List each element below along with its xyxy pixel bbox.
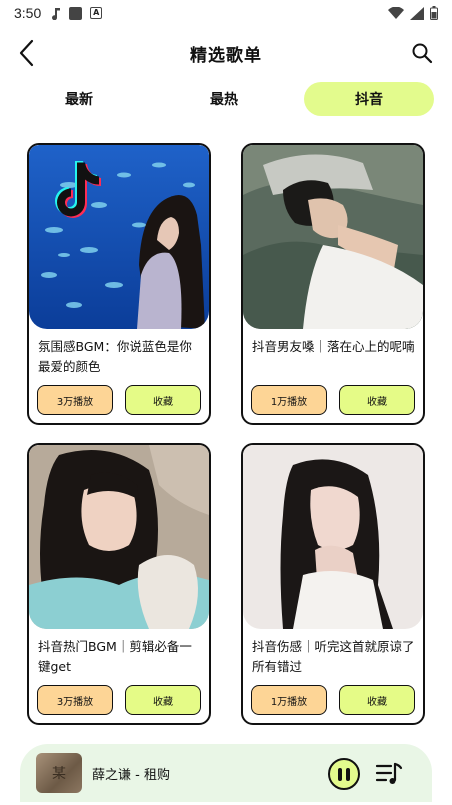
header: 精选歌单 (0, 30, 452, 76)
playlist-title: 氛围感BGM：你说蓝色是你最爱的颜色 (38, 339, 192, 374)
playlist-title: 抖音热门BGM｜剪辑必备一键get (38, 639, 192, 674)
playlist-card[interactable]: 抖音热门BGM｜剪辑必备一键get 3万播放 收藏 (27, 443, 211, 725)
favorite-button[interactable]: 收藏 (339, 685, 415, 715)
notification-icons: A (51, 6, 103, 20)
playlist-cover (243, 145, 423, 329)
signal-icon (410, 6, 424, 20)
playlist-icon[interactable] (375, 761, 403, 787)
playlist-card[interactable]: 氛围感BGM：你说蓝色是你最爱的颜色 3万播放 收藏 (27, 143, 211, 425)
plays-button[interactable]: 3万播放 (37, 685, 113, 715)
tab-label: 最新 (65, 92, 93, 108)
back-button[interactable] (12, 38, 40, 68)
tab-hottest[interactable]: 最热 (159, 82, 289, 116)
music-note-icon (52, 7, 61, 20)
tab-douyin[interactable]: 抖音 (304, 82, 434, 116)
battery-icon (430, 6, 438, 20)
pause-icon (346, 767, 350, 781)
pause-button[interactable] (328, 758, 360, 790)
wifi-icon (388, 6, 404, 19)
playlist-title: 抖音男友嗓｜落在心上的呢喃 (252, 339, 415, 354)
status-time: 3:50 (14, 5, 42, 21)
playlist-card[interactable]: 抖音男友嗓｜落在心上的呢喃 1万播放 收藏 (241, 143, 425, 425)
page-title: 精选歌单 (190, 45, 262, 66)
album-cover: 某 (36, 753, 82, 793)
favorite-button[interactable]: 收藏 (125, 685, 201, 715)
search-icon[interactable] (410, 41, 434, 65)
chevron-left-icon (19, 39, 34, 67)
playlist-cover (29, 145, 209, 329)
plays-button[interactable]: 1万播放 (251, 385, 327, 415)
favorite-button[interactable]: 收藏 (125, 385, 201, 415)
mini-player[interactable]: 某 薛之谦 - 租购 (20, 744, 432, 802)
status-bar: 3:50 A (0, 0, 452, 26)
playlist-cover (29, 445, 209, 629)
system-icons (388, 6, 438, 20)
plays-button[interactable]: 3万播放 (37, 385, 113, 415)
playlist-card[interactable]: 抖音伤感｜听完这首就原谅了所有错过 1万播放 收藏 (241, 443, 425, 725)
tab-bar: 最新 最热 抖音 (14, 82, 434, 116)
favorite-button[interactable]: 收藏 (339, 385, 415, 415)
tab-latest[interactable]: 最新 (14, 82, 144, 116)
pause-icon (338, 767, 342, 781)
playlist-cover (243, 445, 423, 629)
tab-label: 抖音 (355, 92, 383, 108)
playlist-title: 抖音伤感｜听完这首就原谅了所有错过 (252, 639, 415, 674)
font-notification-icon: A (90, 7, 103, 19)
app-notification-icon (69, 6, 83, 20)
tab-label: 最热 (210, 92, 238, 108)
now-playing-song: 薛之谦 - 租购 (92, 767, 170, 783)
plays-button[interactable]: 1万播放 (251, 685, 327, 715)
